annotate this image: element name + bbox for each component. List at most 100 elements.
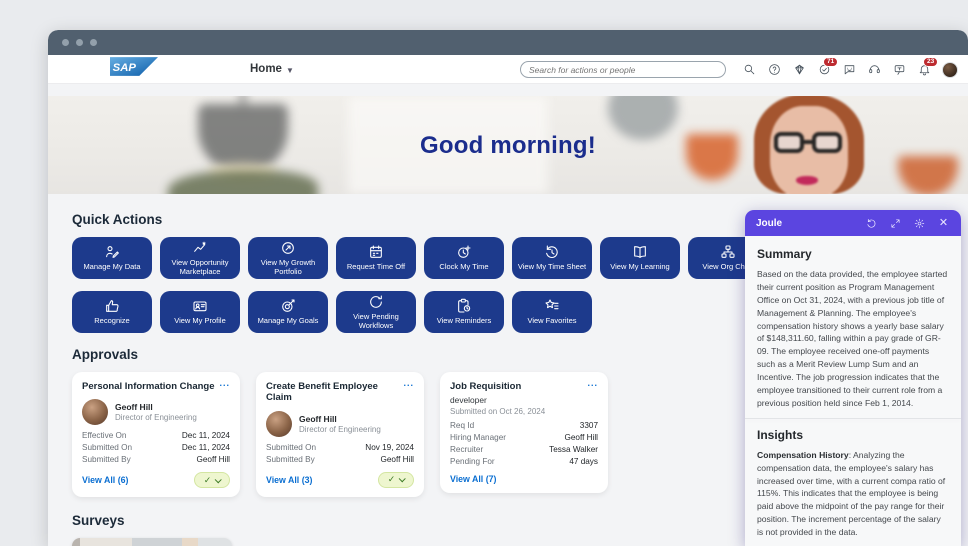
- expand-icon[interactable]: [889, 217, 902, 230]
- field-row: Submitted By Geoff Hill: [266, 454, 414, 464]
- summary-title: Summary: [757, 247, 812, 261]
- tile-view-pending-workflows[interactable]: View Pending Workflows: [336, 291, 416, 333]
- id-card-icon: [193, 301, 207, 312]
- notifications-badge: 23: [923, 56, 939, 67]
- workflow-refresh-icon: [370, 295, 382, 308]
- person-role: Director of Engineering: [299, 424, 381, 434]
- chat-translate-icon[interactable]: [892, 63, 906, 77]
- check-icon: ✓: [387, 474, 396, 485]
- calendar-icon: [370, 245, 382, 259]
- gear-icon[interactable]: [913, 217, 926, 230]
- tile-view-my-learning[interactable]: View My Learning: [600, 237, 680, 279]
- help-icon[interactable]: [767, 63, 781, 77]
- tile-view-my-profile[interactable]: View My Profile: [160, 291, 240, 333]
- submitted-note: Submitted on Oct 26, 2024: [450, 407, 546, 417]
- home-menu[interactable]: Home ▼: [250, 63, 294, 75]
- history-icon[interactable]: [865, 217, 878, 230]
- field-row: Submitted On Nov 19, 2024: [266, 442, 414, 452]
- tile-recognize[interactable]: Recognize: [72, 291, 152, 333]
- feedback-icon[interactable]: [842, 63, 856, 77]
- org-chart-icon: [721, 245, 735, 259]
- close-icon[interactable]: ✕: [937, 217, 950, 230]
- window-control-dot[interactable]: [62, 39, 69, 46]
- field-row: Pending For 47 days: [450, 457, 598, 467]
- topbar-icons: 71 23: [742, 55, 958, 84]
- top-navigation-bar: SAP Home ▼ Search for actions or people …: [48, 55, 968, 84]
- view-all-link[interactable]: View All (6): [82, 475, 128, 485]
- time-history-icon: [546, 245, 558, 259]
- approve-button[interactable]: ✓: [194, 472, 230, 489]
- field-row: Req Id 3307: [450, 421, 598, 431]
- page: SAP Home ▼ Search for actions or people …: [0, 0, 968, 546]
- global-search[interactable]: [520, 61, 726, 78]
- approval-card-job-requisition[interactable]: Job Requisition ... developer Submitted …: [440, 372, 608, 494]
- person-row: Geoff Hill Director of Engineering: [82, 399, 230, 426]
- clock-plus-icon: [458, 245, 471, 259]
- window-control-dot[interactable]: [90, 39, 97, 46]
- todo-badge: 71: [823, 56, 839, 67]
- clipboard-clock-icon: [458, 299, 471, 313]
- sap-logo: SAP: [110, 57, 158, 81]
- chevron-down-icon: [398, 475, 407, 483]
- home-menu-label: Home: [250, 63, 282, 75]
- tile-view-favorites[interactable]: View Favorites: [512, 291, 592, 333]
- tile-view-my-time-sheet[interactable]: View My Time Sheet: [512, 237, 592, 279]
- field-row: Submitted By Geoff Hill: [82, 455, 230, 465]
- tile-view-opportunity-marketplace[interactable]: View Opportunity Marketplace: [160, 237, 240, 279]
- person-name: Geoff Hill: [115, 402, 153, 413]
- person-name: Geoff Hill: [299, 413, 337, 424]
- joule-body: Summary Based on the data provided, the …: [745, 236, 961, 546]
- tile-request-time-off[interactable]: Request Time Off: [336, 237, 416, 279]
- search-icon[interactable]: [742, 63, 756, 77]
- tile-view-reminders[interactable]: View Reminders: [424, 291, 504, 333]
- window-control-dot[interactable]: [76, 39, 83, 46]
- insights-title: Insights: [757, 427, 804, 442]
- favorites-star-icon: [545, 299, 559, 310]
- notifications-bell-icon[interactable]: 23: [917, 56, 939, 77]
- person-row: Geoff Hill Director of Engineering: [266, 410, 414, 437]
- support-headset-icon[interactable]: [867, 63, 881, 77]
- section-divider: [745, 417, 961, 419]
- survey-card[interactable]: [72, 538, 232, 546]
- tile-manage-my-data[interactable]: Manage My Data: [72, 237, 152, 279]
- approve-button[interactable]: ✓: [378, 471, 414, 488]
- hero-banner: Good morning!: [48, 96, 968, 194]
- overflow-menu-icon[interactable]: ...: [587, 378, 598, 388]
- tile-view-my-growth-portfolio[interactable]: View My Growth Portfolio: [248, 237, 328, 279]
- person-role: Director of Engineering: [115, 413, 197, 423]
- view-all-link[interactable]: View All (7): [450, 474, 496, 484]
- card-title: Job Requisition: [450, 381, 522, 392]
- card-title: Create Benefit Employee Claim: [266, 381, 378, 404]
- field-row: Effective On Dec 11, 2024: [82, 431, 230, 441]
- whats-new-gem-icon[interactable]: [792, 63, 806, 77]
- field-row: Hiring Manager Geoff Hill: [450, 433, 598, 443]
- svg-text:SAP: SAP: [113, 62, 137, 74]
- insight-compensation-history: Compensation History: Analyzing the comp…: [757, 449, 946, 538]
- todo-icon[interactable]: 71: [817, 56, 839, 77]
- user-avatar[interactable]: [942, 61, 958, 78]
- field-row: Recruiter Tessa Walker: [450, 445, 598, 455]
- approval-card-personal-information-change[interactable]: Personal Information Change ... Geoff Hi…: [72, 372, 240, 498]
- hero-decoration: [898, 156, 958, 194]
- chart-star-icon: [194, 240, 206, 252]
- joule-panel: Joule ✕ Summary Based on the data provid…: [745, 210, 961, 546]
- goal-target-icon: [282, 299, 295, 313]
- view-all-link[interactable]: View All (3): [266, 475, 312, 485]
- search-input[interactable]: [529, 64, 717, 75]
- open-book-icon: [634, 246, 646, 259]
- greeting-title: Good morning!: [420, 132, 596, 159]
- card-title: Personal Information Change: [82, 381, 215, 392]
- joule-title: Joule: [756, 217, 783, 229]
- summary-text: Based on the data provided, the employee…: [757, 269, 948, 408]
- overflow-menu-icon[interactable]: ...: [219, 378, 230, 388]
- chevron-down-icon: [214, 476, 223, 484]
- person-avatar: [82, 399, 108, 426]
- tile-clock-my-time[interactable]: Clock My Time: [424, 237, 504, 279]
- approval-card-create-benefit-employee-claim[interactable]: Create Benefit Employee Claim ... Geoff …: [256, 372, 424, 497]
- person-avatar: [266, 410, 292, 437]
- overflow-menu-icon[interactable]: ...: [403, 378, 414, 388]
- requisition-subtitle: developer: [450, 395, 487, 406]
- tile-manage-my-goals[interactable]: Manage My Goals: [248, 291, 328, 333]
- person-edit-icon: [106, 246, 119, 259]
- joule-header: Joule ✕: [745, 210, 961, 236]
